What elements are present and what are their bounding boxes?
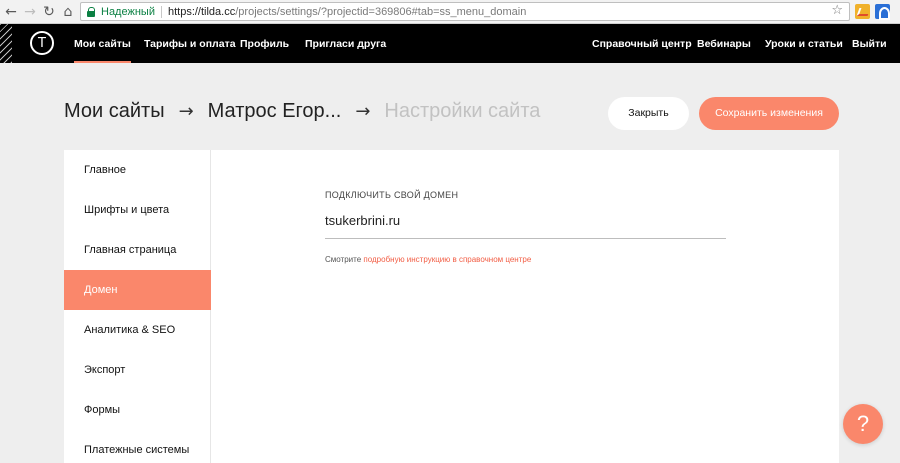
nav-logout[interactable]: Выйти [852,24,887,63]
extension-blue-icon[interactable] [875,4,890,20]
nav-invite-friend[interactable]: Пригласи друга [305,24,386,63]
sidebar-item-payment-systems[interactable]: Платежные системы [64,430,211,463]
settings-sidebar: Главное Шрифты и цвета Главная страница … [64,150,211,463]
domain-hint: Смотрите подробную инструкцию в справочн… [325,255,531,264]
extension-chart-icon[interactable] [855,4,870,19]
sidebar-item-analytics-seo[interactable]: Аналитика & SEO [64,310,211,350]
browser-toolbar: ← → ↻ ⌂ Надежный https://tilda.cc/projec… [0,0,900,24]
help-center-link[interactable]: подробную инструкцию в справочном центре [363,255,531,264]
arrow-right-icon: → [178,101,194,122]
back-icon[interactable]: ← [2,2,20,22]
url-host: https://tilda.cc [167,5,236,18]
save-changes-button[interactable]: Сохранить изменения [699,97,839,130]
settings-panel: Главное Шрифты и цвета Главная страница … [64,150,839,463]
sidebar-item-forms[interactable]: Формы [64,390,211,430]
nav-lessons[interactable]: Уроки и статьи [765,24,843,63]
crumb-my-sites[interactable]: Мои сайты [64,100,165,123]
nav-help-center[interactable]: Справочный центр [592,24,692,63]
forward-icon[interactable]: → [21,2,39,22]
hint-text: Смотрите [325,255,362,264]
tilda-logo-icon[interactable]: T [30,31,54,55]
top-navigation: T Мои сайты Тарифы и оплата Профиль Приг… [0,24,900,63]
sidebar-item-export[interactable]: Экспорт [64,350,211,390]
sidebar-item-main[interactable]: Главное [64,150,211,190]
secure-label: Надежный [101,5,155,18]
reload-icon[interactable]: ↻ [40,2,58,22]
domain-input[interactable]: tsukerbrini.ru [325,213,726,239]
nav-profile[interactable]: Профиль [240,24,289,63]
bookmark-star-icon[interactable]: ☆ [831,3,843,18]
domain-field-label: ПОДКЛЮЧИТЬ СВОЙ ДОМЕН [325,190,459,200]
close-button[interactable]: Закрыть [608,97,689,130]
help-button[interactable]: ? [843,404,883,444]
sidebar-item-home-page[interactable]: Главная страница [64,230,211,270]
address-bar[interactable]: Надежный https://tilda.cc/projects/setti… [80,2,850,21]
arrow-right-icon: → [355,101,371,122]
nav-webinars[interactable]: Вебинары [697,24,751,63]
home-icon[interactable]: ⌂ [59,2,77,22]
nav-pattern-decoration [0,24,12,63]
url-path: /projects/settings/?projectid=369806#tab… [235,5,527,18]
nav-my-sites[interactable]: Мои сайты [74,24,131,63]
breadcrumb: Мои сайты → Матрос Егор... → Настройки с… [64,100,540,123]
crumb-project[interactable]: Матрос Егор... [208,100,342,123]
lock-icon [87,6,96,17]
sidebar-item-domain[interactable]: Домен [64,270,211,310]
omnibox-divider [160,5,162,18]
nav-tariffs[interactable]: Тарифы и оплата [144,24,236,63]
sidebar-item-fonts-colors[interactable]: Шрифты и цвета [64,190,211,230]
crumb-site-settings: Настройки сайта [384,100,541,122]
